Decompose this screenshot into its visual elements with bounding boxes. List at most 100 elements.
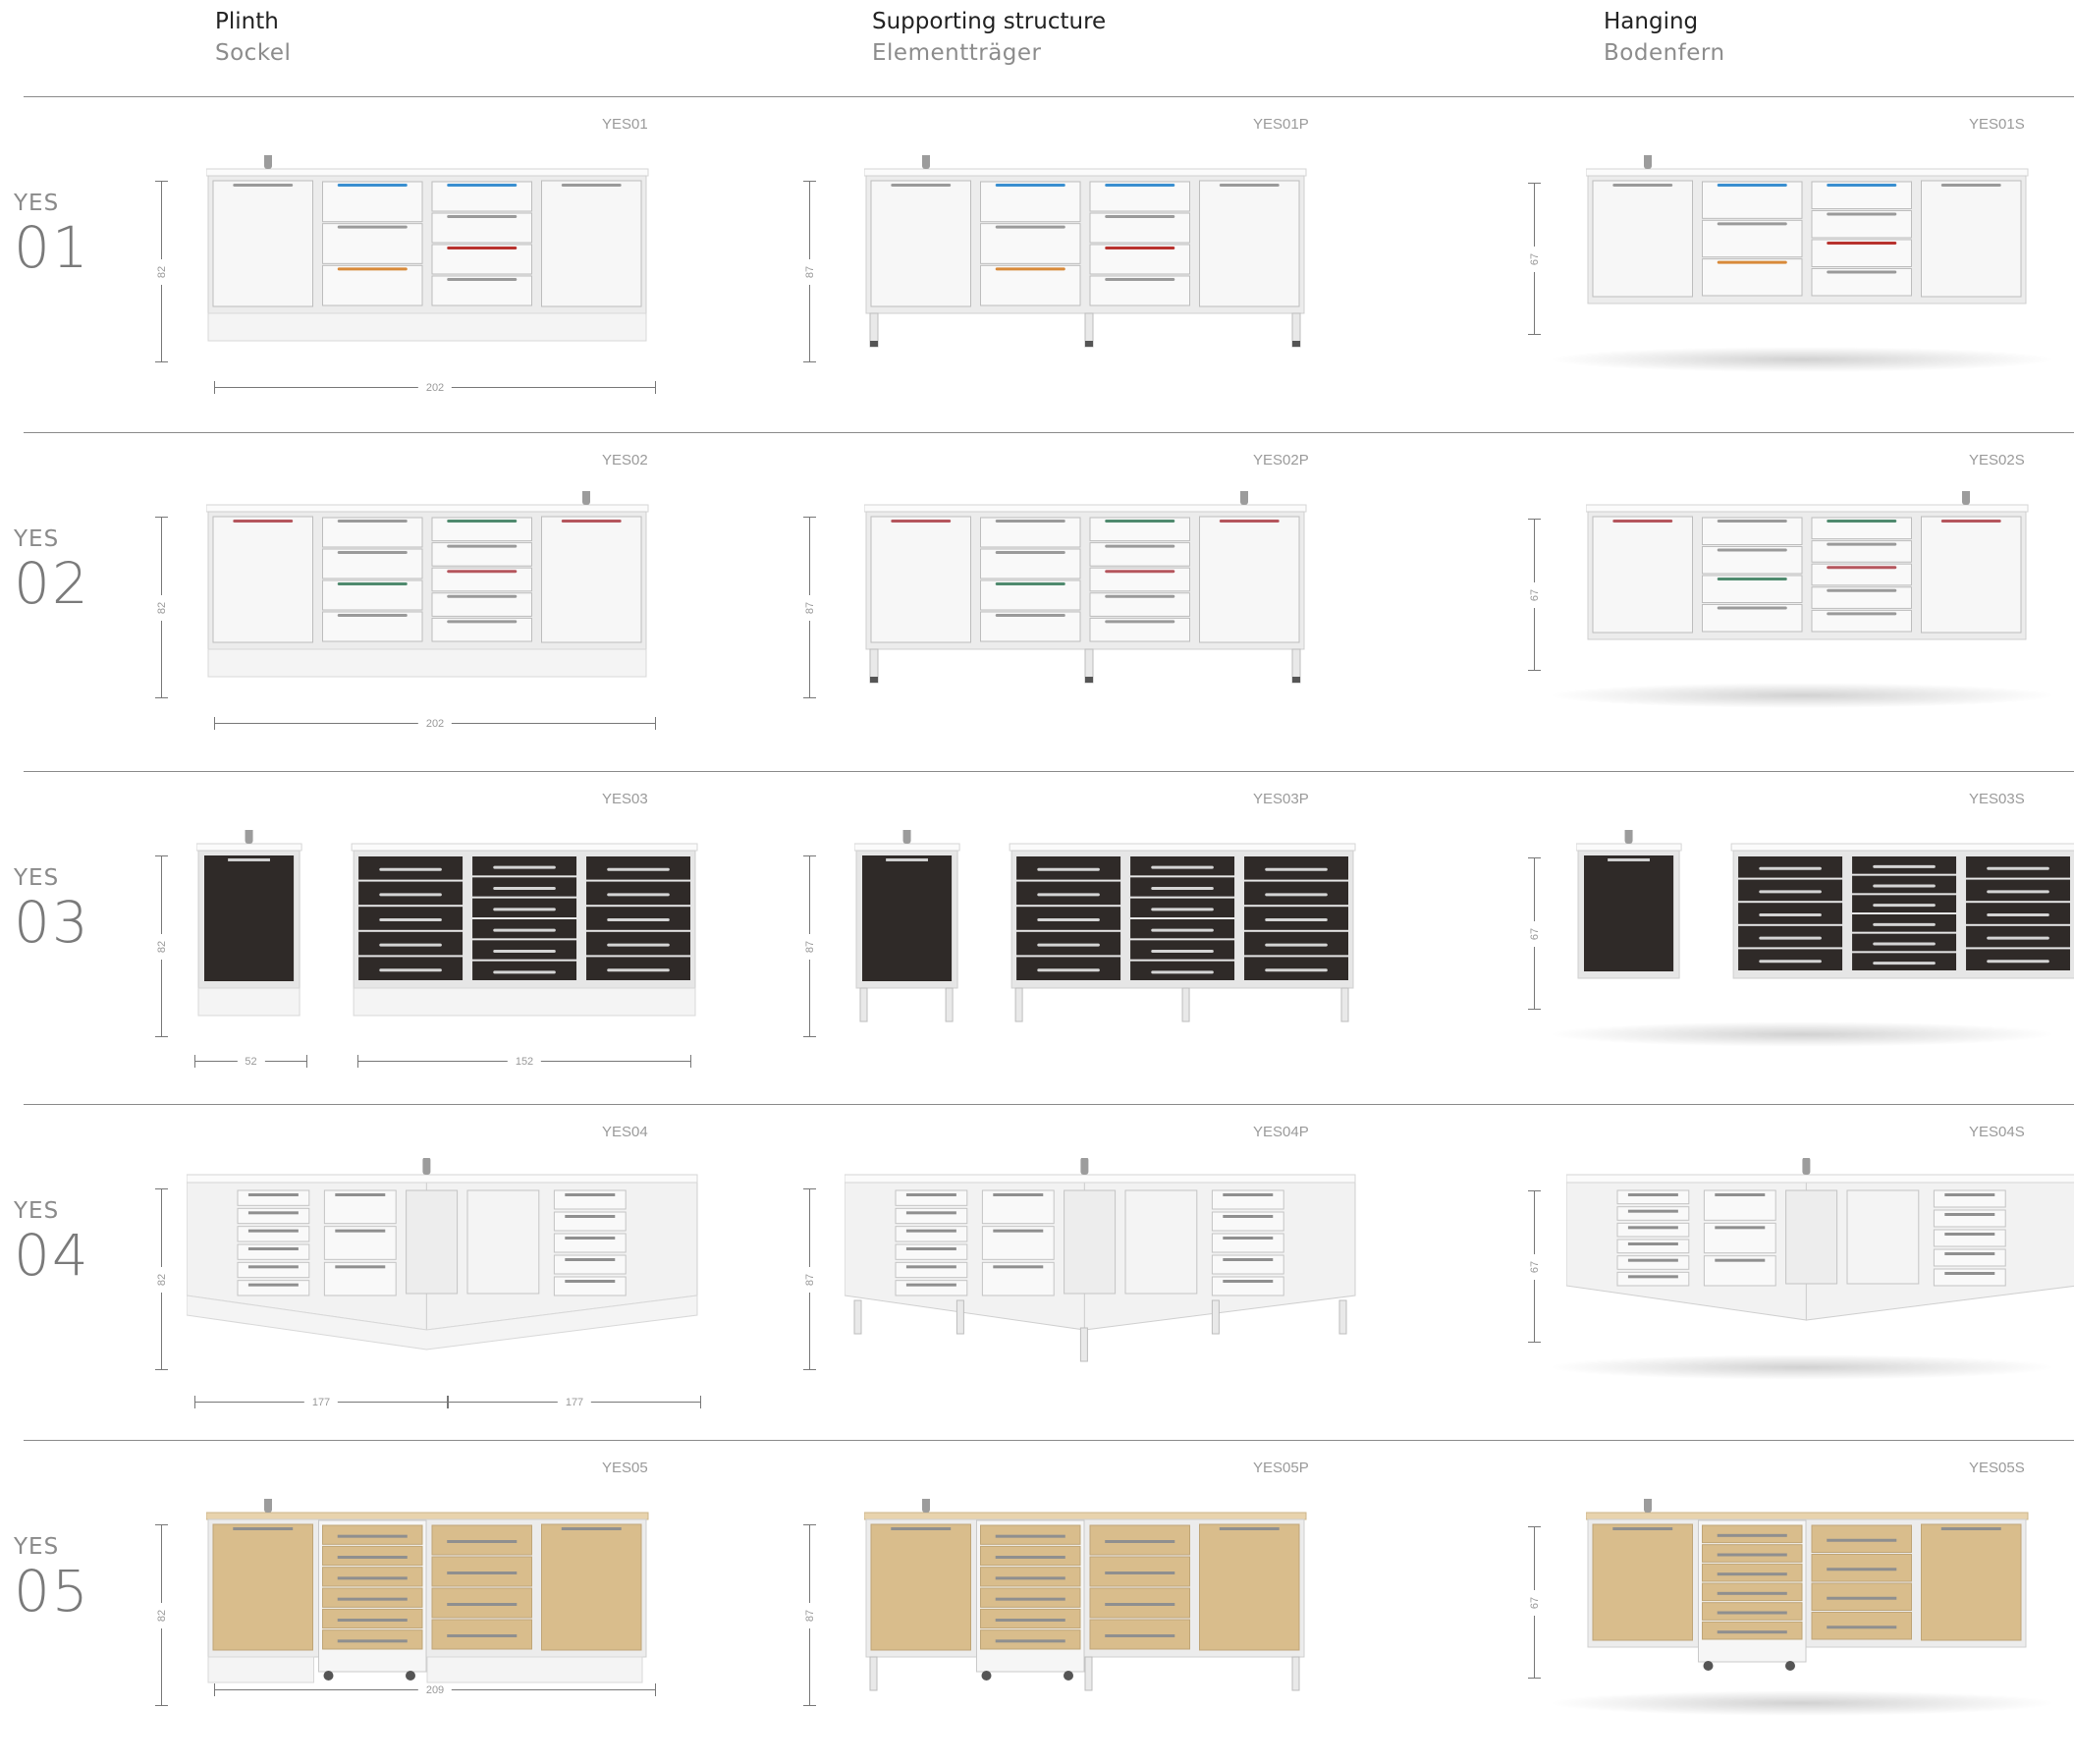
drawer-handle bbox=[1759, 960, 1822, 964]
drawer bbox=[237, 1207, 310, 1225]
cabinet-illustration bbox=[854, 830, 1356, 1022]
drawer-handle bbox=[493, 865, 556, 869]
drawer-handle bbox=[1627, 1258, 1678, 1262]
drawer-handle bbox=[1873, 884, 1936, 888]
door-handle bbox=[561, 520, 622, 523]
tap-icon bbox=[582, 491, 590, 505]
height-value: 82 bbox=[154, 1602, 170, 1628]
drawer bbox=[358, 931, 464, 956]
cabinet-door bbox=[212, 516, 313, 643]
drawer-handle bbox=[565, 1258, 616, 1261]
drawer bbox=[1702, 1582, 1803, 1602]
drawer-handle bbox=[1265, 943, 1328, 947]
leg bbox=[1211, 1299, 1220, 1335]
drawer-handle bbox=[1759, 866, 1822, 870]
drawer-handle bbox=[1265, 918, 1328, 921]
height-value: 87 bbox=[802, 1602, 818, 1628]
drawer bbox=[553, 1189, 627, 1210]
countertop bbox=[1586, 168, 2029, 177]
height-value: 82 bbox=[154, 258, 170, 285]
castor-wheel bbox=[1064, 1671, 1073, 1681]
drawer-handle bbox=[607, 943, 670, 947]
tap-icon bbox=[902, 830, 911, 844]
drawer-handle bbox=[1105, 247, 1175, 249]
drawer-handle bbox=[493, 887, 556, 890]
column-title-de: Bodenfern bbox=[1604, 40, 1725, 66]
product-row: YES 05 YES05 82 YES05P 87 YES05S 67 209 bbox=[0, 1440, 2074, 1764]
width-dimension: 209 bbox=[214, 1683, 656, 1697]
drawer-handle bbox=[1223, 1237, 1274, 1240]
width-value: 52 bbox=[237, 1055, 265, 1069]
width-dimension: 202 bbox=[214, 381, 656, 395]
drawer bbox=[895, 1261, 968, 1279]
drawer bbox=[1616, 1271, 1690, 1287]
countertop bbox=[351, 843, 698, 852]
width-dimension: 177 bbox=[448, 1396, 701, 1409]
drawer-handle bbox=[337, 1597, 408, 1601]
height-value: 67 bbox=[1527, 581, 1543, 608]
drawer bbox=[1616, 1255, 1690, 1270]
drawer-handle bbox=[1759, 890, 1822, 894]
product-code: YES03 bbox=[602, 791, 648, 807]
countertop bbox=[864, 168, 1307, 177]
drawer bbox=[553, 1211, 627, 1232]
drawer-handle bbox=[1105, 570, 1175, 574]
countertop bbox=[864, 504, 1307, 513]
drawer bbox=[237, 1261, 310, 1279]
height-value: 82 bbox=[154, 1266, 170, 1293]
drawer-handle bbox=[995, 582, 1065, 585]
column-title-en: Supporting structure bbox=[872, 9, 1107, 34]
countertop bbox=[196, 843, 302, 852]
cabinet-door bbox=[466, 1189, 540, 1295]
column-title-en: Plinth bbox=[215, 9, 279, 34]
plinth-base bbox=[207, 312, 647, 342]
drawer-handle bbox=[1717, 184, 1787, 187]
drawer-handle bbox=[995, 1576, 1065, 1580]
drawer-handle bbox=[379, 943, 442, 947]
row-label: YES 05 bbox=[14, 1534, 90, 1623]
cabinet-door bbox=[1124, 1189, 1198, 1295]
drawer-handle bbox=[447, 620, 518, 624]
cabinet-door bbox=[1592, 180, 1693, 298]
width-value: 209 bbox=[417, 1683, 453, 1697]
drawer-handle bbox=[447, 520, 518, 523]
height-dimension: 82 bbox=[154, 181, 170, 362]
cabinet-door bbox=[870, 180, 971, 307]
drawer bbox=[237, 1189, 310, 1206]
cabinet-door bbox=[541, 180, 642, 307]
drawer-handle bbox=[1827, 212, 1897, 216]
drawer-handle bbox=[1715, 1193, 1766, 1196]
product-code: YES04P bbox=[1253, 1124, 1309, 1140]
height-dimension: 82 bbox=[154, 1524, 170, 1706]
door-handle bbox=[1612, 184, 1673, 187]
drawer-handle bbox=[607, 918, 670, 921]
drawer bbox=[322, 1629, 423, 1650]
drawer-handle bbox=[1037, 943, 1100, 947]
drawer-handle bbox=[447, 570, 518, 574]
cabinet-illustration bbox=[206, 155, 649, 342]
cabinet-door bbox=[870, 1523, 971, 1651]
height-value: 87 bbox=[802, 258, 818, 285]
height-dimension: 87 bbox=[802, 1188, 818, 1370]
drawer-handle bbox=[1759, 936, 1822, 940]
drawer bbox=[1616, 1222, 1690, 1238]
height-value: 67 bbox=[1527, 246, 1543, 272]
drawer-handle bbox=[1265, 867, 1328, 871]
drawer bbox=[980, 223, 1081, 264]
leg bbox=[1291, 1656, 1300, 1691]
drawer-handle bbox=[447, 278, 518, 281]
cabinet-illustration bbox=[864, 155, 1307, 348]
product-code: YES05S bbox=[1969, 1460, 2025, 1476]
column-title-en: Hanging bbox=[1604, 9, 1699, 34]
cabinet-door bbox=[1921, 516, 2022, 634]
door-handle bbox=[1940, 1527, 2001, 1530]
drawer-handle bbox=[337, 551, 408, 554]
drawer bbox=[1852, 895, 1957, 912]
leg bbox=[1079, 1327, 1088, 1362]
drawer-handle bbox=[1717, 1533, 1787, 1537]
drawer-handle bbox=[1627, 1209, 1678, 1213]
drawer bbox=[980, 264, 1081, 306]
drawer-handle bbox=[1827, 184, 1897, 187]
drawer-handle bbox=[1873, 904, 1936, 908]
drawer bbox=[553, 1254, 627, 1275]
